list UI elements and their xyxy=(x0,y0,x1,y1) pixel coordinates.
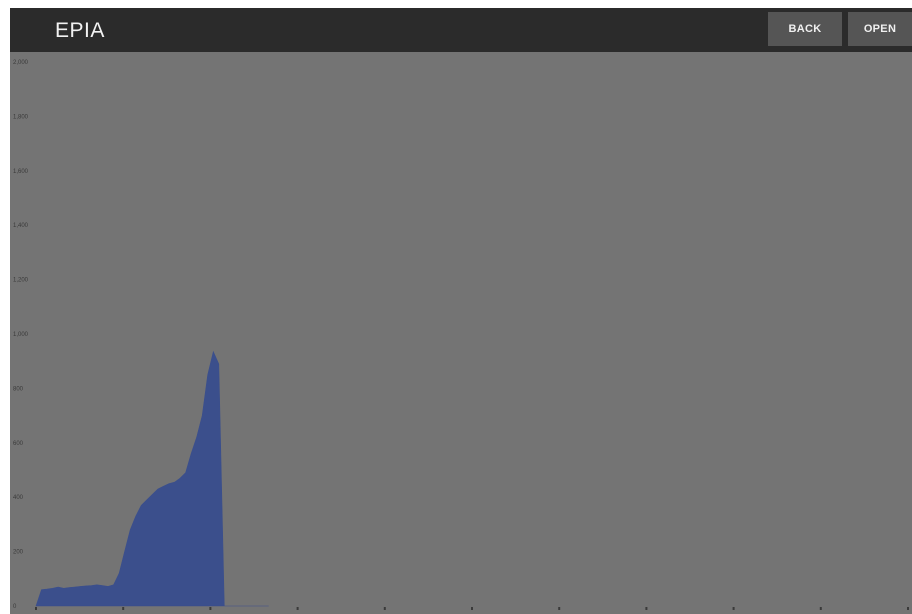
y-tick-label: 1,400 xyxy=(13,223,29,229)
app-window: EPIA BACK OPEN 0 200 400 600 800 1,000 1,200 1,… xyxy=(10,8,912,614)
y-tick-label: 800 xyxy=(13,386,24,392)
y-tick-label: 600 xyxy=(13,441,24,447)
y-tick-label: 0 xyxy=(13,604,17,610)
y-tick-label: 400 xyxy=(13,495,24,501)
y-tick-label: 1,200 xyxy=(13,278,29,284)
area-chart: 0 200 400 600 800 1,000 1,200 1,400 1,600 1,800 2,… xyxy=(13,60,909,610)
series-area xyxy=(35,350,269,607)
app-bar: EPIA BACK OPEN xyxy=(10,8,912,52)
open-button[interactable]: OPEN xyxy=(848,12,912,46)
y-tick-label: 1,800 xyxy=(13,114,29,120)
y-tick-label: 2,000 xyxy=(13,60,29,66)
y-tick-label: 1,600 xyxy=(13,169,29,175)
y-tick-label: 200 xyxy=(13,550,24,556)
back-button[interactable]: BACK xyxy=(768,12,842,46)
app-title: EPIA xyxy=(55,19,105,42)
y-tick-label: 1,000 xyxy=(13,332,29,338)
